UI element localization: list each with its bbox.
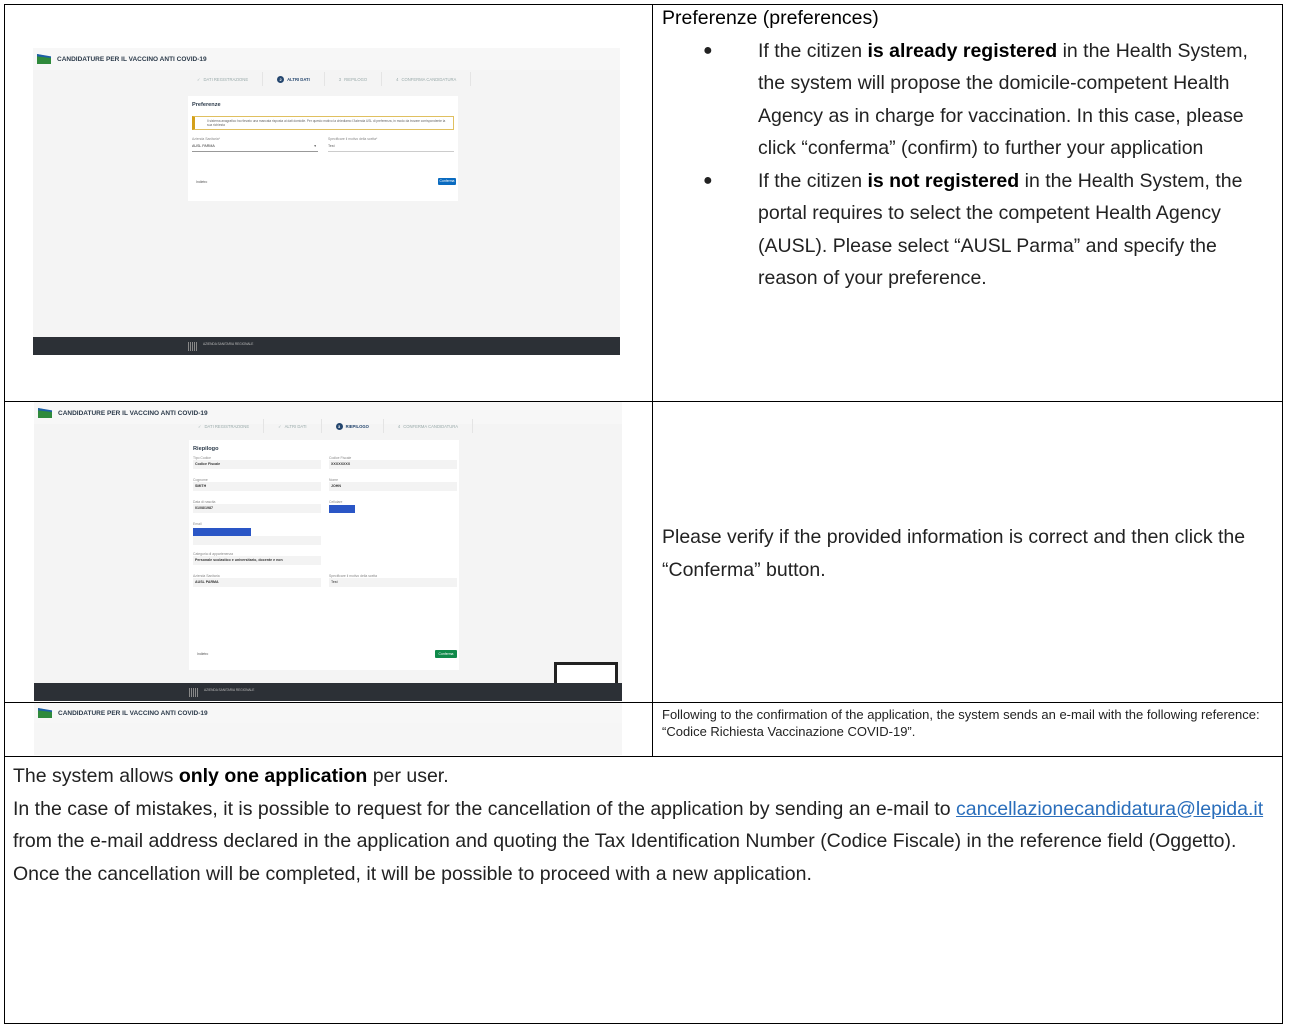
column-divider [652,5,653,756]
motivo-input[interactable]: Test [328,142,454,152]
section-heading: Preferenze (preferences) [662,7,879,29]
bullet-list: ● If the citizen is already registered in… [703,35,1272,295]
footer-logo-icon [189,688,199,697]
region-logo-icon [38,708,52,718]
riepilogo-description: Please verify if the provided informatio… [662,526,1246,581]
preferenze-card: Preferenze Il sistema anagrafico ha rile… [188,96,458,201]
stepper: ✓ DATI REGISTRAZIONE ✓ ALTRI DATI 3 RIEPILO… [184,419,474,433]
cancellation-email-link[interactable]: cancellazionecandidatura@lepida.it [956,798,1263,820]
riepilogo-card: Riepilogo Tipo Codice Codice Fiscale Cod… [189,440,459,670]
screenshot-riepilogo: CANDIDATURE PER IL VACCINO ANTI COVID-19… [34,402,622,701]
bullet-not-registered: ● If the citizen is not registered in the… [703,165,1272,295]
confirm-button[interactable]: Conferma [435,650,457,658]
bullet-icon: ● [703,171,713,189]
confirm-button[interactable]: Conferma [438,178,456,185]
cancellation-line: In the case of mistakes, it is possible … [13,797,1264,885]
footer-text: AZIENDA SANITARIA REGIONALE [203,342,254,346]
field-value: 01/08/1987 [193,504,321,513]
app-title: CANDIDATURE PER IL VACCINO ANTI COVID-19 [57,55,207,63]
redacted-email [193,528,251,536]
app-title: CANDIDATURE PER IL VACCINO ANTI COVID-19 [58,409,208,417]
field-value: AUSL PARMA [193,578,321,587]
chevron-down-icon: ▾ [314,144,316,148]
step-1: ✓ DATI REGISTRAZIONE [183,72,264,86]
preferenze-description: Preferenze (preferences) ● If the citizen… [662,2,1272,295]
bullet-icon: ● [703,41,713,59]
card-title: Riepilogo [193,446,219,452]
field-label: Specificare il motivo della scelta* [328,137,378,141]
field-label: Cellulare [329,500,343,504]
screenshot-preferenze: CANDIDATURE PER IL VACCINO ANTI COVID-19… [33,48,620,355]
step-4: 4 CONFERMA CANDIDATURA [384,419,474,433]
conferma-description: Following to the confirmation of the app… [662,707,1260,739]
app-title: CANDIDATURE PER IL VACCINO ANTI COVID-19 [58,709,208,717]
step-2: 2 ALTRI DATI [263,72,325,86]
back-link[interactable]: Indietro [197,652,208,656]
field-value: JOHN [329,482,457,491]
single-application-line: The system allows only one application p… [13,765,449,787]
document-table: CANDIDATURE PER IL VACCINO ANTI COVID-19… [4,4,1283,1024]
app-header: CANDIDATURE PER IL VACCINO ANTI COVID-19 [34,703,622,723]
bullet-registered: ● If the citizen is already registered in… [703,35,1272,165]
step-4: 4 CONFERMA CANDIDATURA [382,72,472,86]
azienda-select[interactable]: AUSL PARMA ▾ [192,142,318,152]
field-label: Email [193,522,202,526]
region-logo-icon [37,54,51,64]
notice-box: Il sistema anagrafico ha rilevato una ma… [192,116,454,130]
footer-text: AZIENDA SANITARIA REGIONALE [204,688,255,692]
field-value: XXXXXXXX [329,460,457,469]
field-value: Personale scolastico e universitario, do… [193,556,321,565]
field-label: Azienda Sanitaria* [192,137,220,141]
app-header: CANDIDATURE PER IL VACCINO ANTI COVID-19 [33,48,620,70]
app-footer: AZIENDA SANITARIA REGIONALE [34,683,622,701]
redacted-phone [329,505,355,513]
cancellation-note: The system allows only one application p… [13,760,1275,890]
card-title: Preferenze [192,102,221,108]
step-1: ✓ DATI REGISTRAZIONE [184,419,265,433]
row-divider-3 [5,756,1282,757]
step-2: ✓ ALTRI DATI [264,419,322,433]
step-3: 3 RIEPILOGO [322,419,384,433]
back-link[interactable]: Indietro [196,180,207,184]
step-3: 3 RIEPILOGO [325,72,383,86]
footer-logo-icon [188,342,198,351]
app-footer: AZIENDA SANITARIA REGIONALE [33,337,620,355]
field-value: Test [329,578,457,587]
field-value [193,536,321,545]
stepper: ✓ DATI REGISTRAZIONE 2 ALTRI DATI 3 RIEPILO… [183,72,472,86]
region-logo-icon [38,408,52,418]
screenshot-conferma: CANDIDATURE PER IL VACCINO ANTI COVID-19 [34,703,622,755]
field-value: Codice Fiscale [193,460,321,469]
field-value: SMITH [193,482,321,491]
